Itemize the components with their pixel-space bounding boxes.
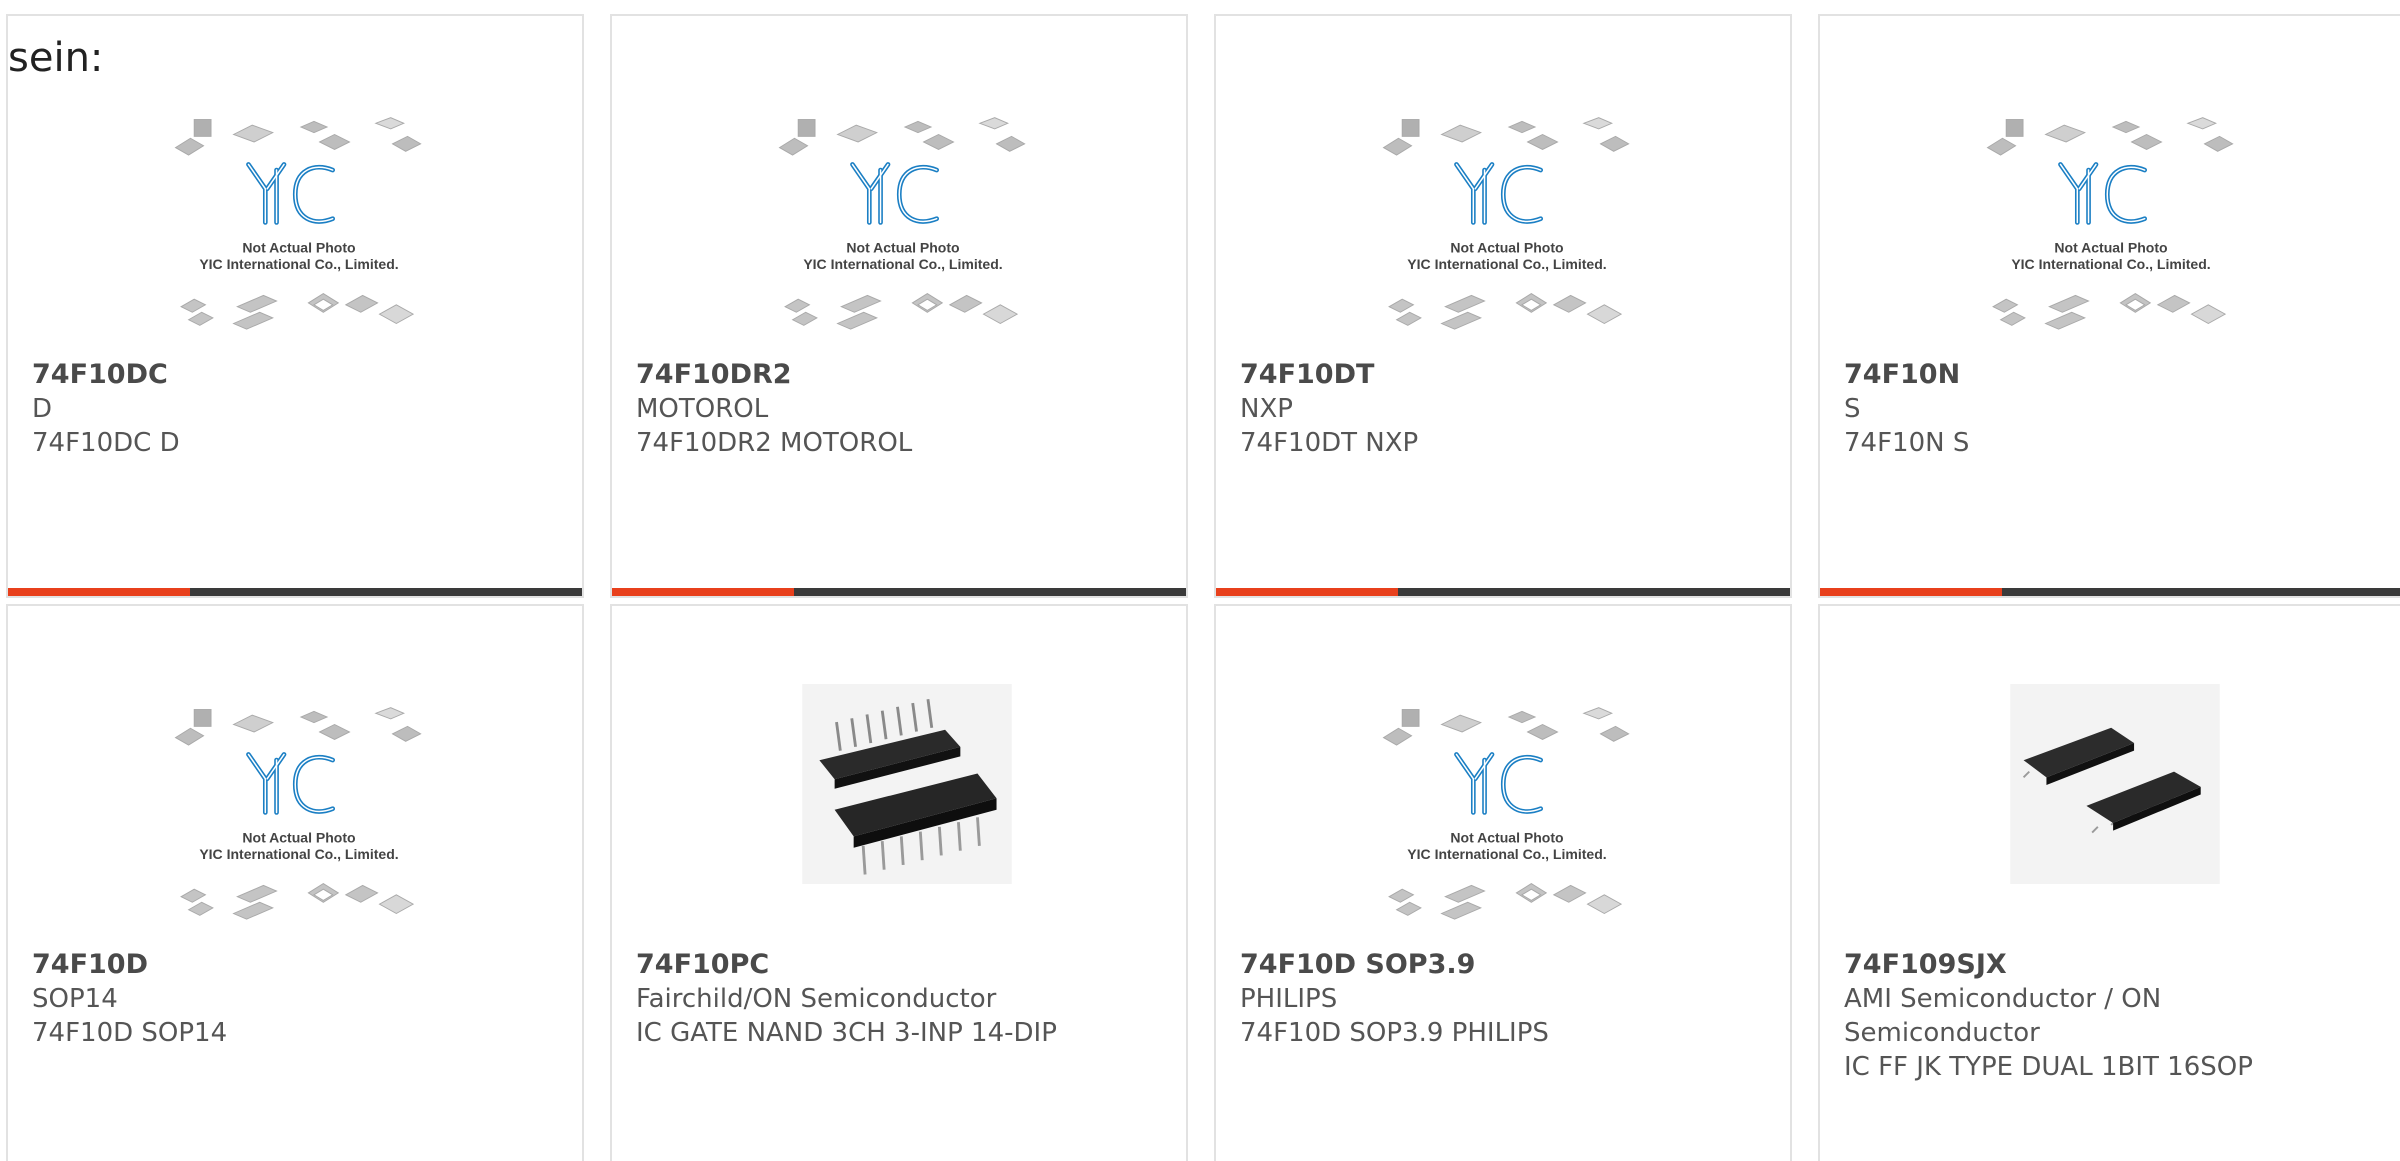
- placeholder-line2: YIC International Co., Limited.: [199, 256, 398, 272]
- placeholder-line2: YIC International Co., Limited.: [199, 846, 398, 862]
- product-card[interactable]: Not Actual Photo YIC International Co., …: [610, 14, 1188, 598]
- product-description: 74F10DR2 MOTOROL: [636, 428, 913, 458]
- card-bottom-bar: [612, 588, 1186, 596]
- placeholder-line1: Not Actual Photo: [2054, 239, 2168, 255]
- dip-chip-photo: [802, 684, 1012, 884]
- card-accent-bar: [612, 588, 794, 596]
- placeholder-line1: Not Actual Photo: [242, 239, 356, 255]
- product-name[interactable]: 74F10PC: [636, 948, 1166, 982]
- product-card[interactable]: 74F109SJX AMI Semiconductor / ON Semicon…: [1818, 604, 2400, 1161]
- product-grid-page: sein: Not Actual Photo YIC International…: [0, 0, 2400, 1161]
- placeholder-line2: YIC International Co., Limited.: [803, 256, 1002, 272]
- placeholder-line1: Not Actual Photo: [1450, 239, 1564, 255]
- placeholder-line2: YIC International Co., Limited.: [1407, 846, 1606, 862]
- placeholder-line1: Not Actual Photo: [242, 829, 356, 845]
- product-info: 74F109SJX AMI Semiconductor / ON Semicon…: [1844, 948, 2264, 1084]
- product-info: 74F10N S 74F10N S: [1844, 358, 2374, 460]
- not-actual-photo-placeholder: Not Actual Photo YIC International Co., …: [1980, 104, 2242, 354]
- not-actual-photo-placeholder: Not Actual Photo YIC International Co., …: [168, 694, 430, 944]
- product-card[interactable]: Not Actual Photo YIC International Co., …: [6, 604, 584, 1161]
- not-actual-photo-placeholder: Not Actual Photo YIC International Co., …: [1376, 104, 1638, 354]
- product-name[interactable]: 74F10DT: [1240, 358, 1770, 392]
- product-card[interactable]: Not Actual Photo YIC International Co., …: [1818, 14, 2400, 598]
- card-accent-bar: [1820, 588, 2002, 596]
- product-description: 74F10D SOP3.9 PHILIPS: [1240, 1018, 1549, 1048]
- card-bottom-bar: [1216, 588, 1790, 596]
- product-info: 74F10DT NXP 74F10DT NXP: [1240, 358, 1770, 460]
- product-maker: AMI Semiconductor / ON Semiconductor: [1844, 984, 2162, 1048]
- product-maker: SOP14: [32, 984, 118, 1014]
- product-name[interactable]: 74F109SJX: [1844, 948, 2264, 982]
- product-info: 74F10D SOP14 74F10D SOP14: [32, 948, 562, 1050]
- not-actual-photo-placeholder: Not Actual Photo YIC International Co., …: [168, 104, 430, 354]
- product-description: 74F10D SOP14: [32, 1018, 228, 1048]
- product-card[interactable]: Not Actual Photo YIC International Co., …: [1214, 604, 1792, 1161]
- product-maker: S: [1844, 394, 1861, 424]
- product-maker: MOTOROL: [636, 394, 769, 424]
- not-actual-photo-placeholder: Not Actual Photo YIC International Co., …: [1376, 694, 1638, 944]
- card-accent-bar: [1216, 588, 1398, 596]
- soic-chip-photo: [2010, 684, 2220, 884]
- product-maker: D: [32, 394, 53, 424]
- placeholder-line2: YIC International Co., Limited.: [2011, 256, 2210, 272]
- placeholder-line1: Not Actual Photo: [846, 239, 960, 255]
- product-maker: PHILIPS: [1240, 984, 1338, 1014]
- product-info: 74F10D SOP3.9 PHILIPS 74F10D SOP3.9 PHIL…: [1240, 948, 1770, 1050]
- product-info: 74F10DC D 74F10DC D: [32, 358, 562, 460]
- product-description: 74F10N S: [1844, 428, 1970, 458]
- product-card[interactable]: Not Actual Photo YIC International Co., …: [6, 14, 584, 598]
- product-maker: NXP: [1240, 394, 1293, 424]
- product-name[interactable]: 74F10DC: [32, 358, 562, 392]
- product-maker: Fairchild/ON Semiconductor: [636, 984, 997, 1014]
- product-description: 74F10DC D: [32, 428, 180, 458]
- not-actual-photo-placeholder: Not Actual Photo YIC International Co., …: [772, 104, 1034, 354]
- product-name[interactable]: 74F10D: [32, 948, 562, 982]
- product-name[interactable]: 74F10DR2: [636, 358, 1166, 392]
- placeholder-line2: YIC International Co., Limited.: [1407, 256, 1606, 272]
- product-description: IC GATE NAND 3CH 3-INP 14-DIP: [636, 1018, 1057, 1048]
- intro-text: sein:: [8, 35, 104, 81]
- product-card[interactable]: 74F10PC Fairchild/ON Semiconductor IC GA…: [610, 604, 1188, 1161]
- card-bottom-bar: [1820, 588, 2400, 596]
- placeholder-line1: Not Actual Photo: [1450, 829, 1564, 845]
- product-card[interactable]: Not Actual Photo YIC International Co., …: [1214, 14, 1792, 598]
- card-bottom-bar: [8, 588, 582, 596]
- product-name[interactable]: 74F10N: [1844, 358, 2374, 392]
- product-description: IC FF JK TYPE DUAL 1BIT 16SOP: [1844, 1052, 2253, 1082]
- product-name[interactable]: 74F10D SOP3.9: [1240, 948, 1770, 982]
- product-description: 74F10DT NXP: [1240, 428, 1419, 458]
- card-accent-bar: [8, 588, 190, 596]
- product-info: 74F10DR2 MOTOROL 74F10DR2 MOTOROL: [636, 358, 1166, 460]
- product-info: 74F10PC Fairchild/ON Semiconductor IC GA…: [636, 948, 1166, 1050]
